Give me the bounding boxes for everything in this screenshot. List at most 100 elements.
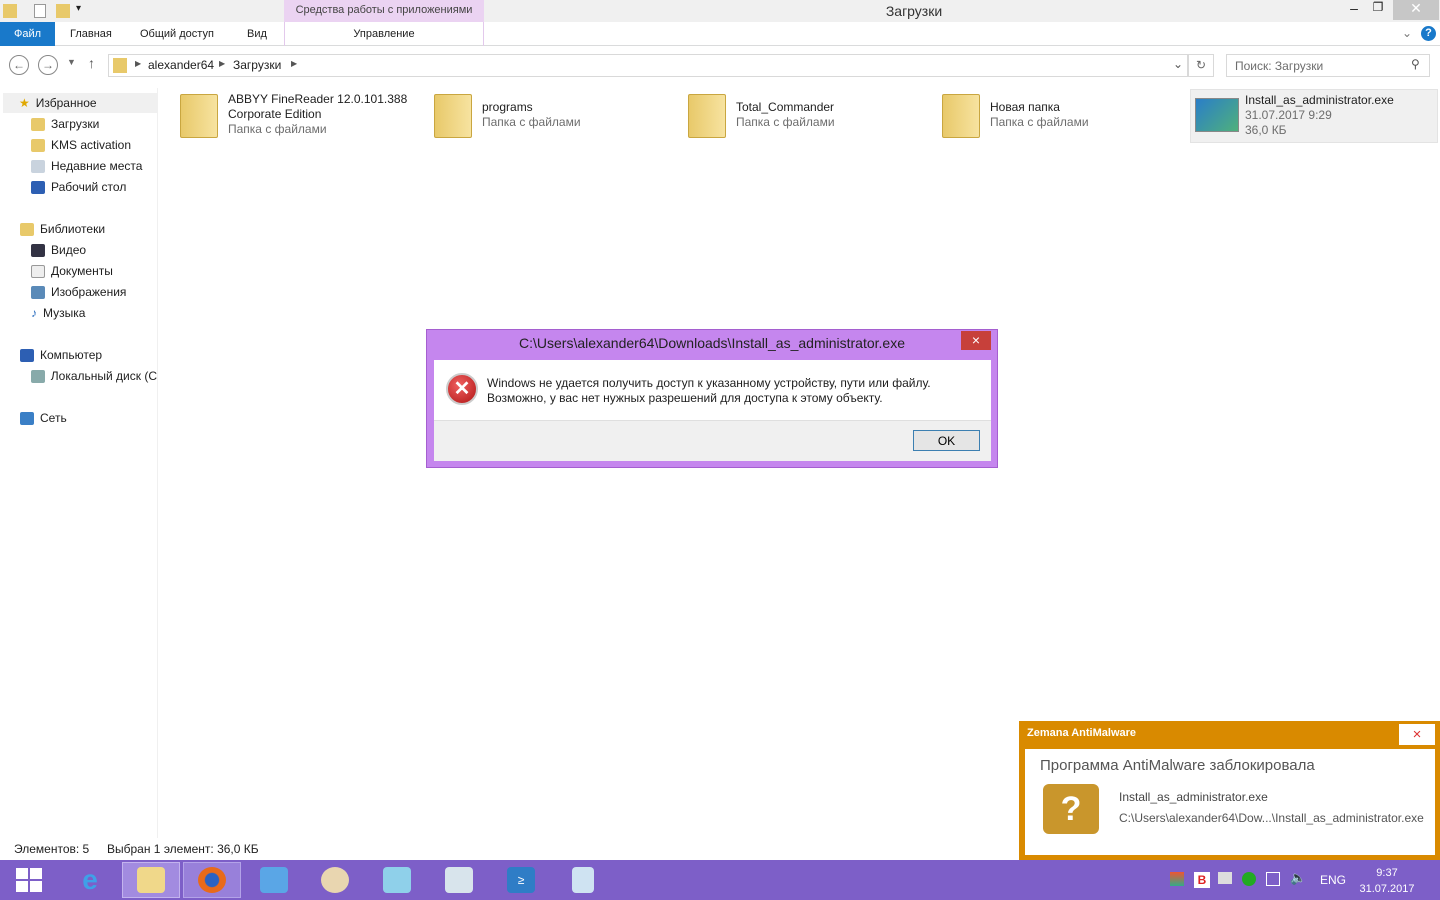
sidebar-item-desktop[interactable]: Рабочий стол [0, 177, 157, 197]
clock[interactable]: 9:37 31.07.2017 [1352, 865, 1422, 897]
tab-file[interactable]: Файл [0, 22, 55, 46]
disk-icon [31, 369, 45, 383]
status-selected: Выбран 1 элемент: 36,0 КБ [107, 842, 259, 856]
close-button[interactable]: ✕ [1393, 0, 1439, 20]
title-bar: ▾ Средства работы с приложениями Загрузк… [0, 0, 1440, 22]
file-item-abbyy[interactable]: ABBYY FineReader 12.0.101.388 Corporate E… [180, 88, 407, 146]
back-button[interactable]: ← [9, 55, 29, 75]
toast-app-name: Zemana AntiMalware [1027, 727, 1137, 739]
dialog-body: ✕ Windows не удается получить доступ к у… [434, 360, 991, 461]
taskbar-firefox[interactable] [183, 862, 241, 898]
search-icon: ⚲ [1411, 57, 1420, 71]
antimalware-toast: Zemana AntiMalware × Программа AntiMalwa… [1019, 721, 1440, 860]
ok-button[interactable]: OK [913, 430, 980, 451]
minimize-button[interactable]: – [1340, 0, 1368, 20]
address-dropdown-icon[interactable]: ⌄ [1173, 57, 1183, 71]
file-item-install-exe[interactable]: Install_as_administrator.exe 31.07.2017 9… [1190, 89, 1438, 143]
sidebar-item-downloads[interactable]: Загрузки [0, 114, 157, 134]
sidebar-computer[interactable]: Компьютер [0, 345, 157, 365]
vmware-tray-icon[interactable] [1218, 872, 1232, 884]
taskbar-powershell[interactable]: ≥ [492, 862, 550, 898]
navigation-bar: ← → ▼ ↑ ▶ alexander64 ▶ Загрузки ▶ ⌄ ↻ П… [0, 47, 1440, 83]
notepad-icon [383, 867, 411, 893]
sidebar-item-kms[interactable]: KMS activation [0, 135, 157, 155]
toast-heading: Программа AntiMalware заблокировала [1040, 757, 1315, 774]
forward-button[interactable]: → [38, 55, 58, 75]
context-tab-group: Средства работы с приложениями [284, 0, 484, 22]
tray-b-icon[interactable]: B [1194, 872, 1210, 888]
ribbon-tabs: Файл Главная Общий доступ Вид Управление… [0, 22, 1440, 46]
sidebar-item-music[interactable]: ♪ Музыка [0, 303, 157, 323]
desktop-icon [31, 180, 45, 194]
window-switcher-icon [260, 867, 288, 893]
taskbar-paint[interactable] [306, 862, 364, 898]
calculator-icon [572, 867, 594, 893]
search-input[interactable]: Поиск: Загрузки ⚲ [1226, 54, 1430, 77]
sidebar-item-local-disk[interactable]: Локальный диск (C [0, 366, 157, 386]
pictures-icon [31, 285, 45, 299]
up-button[interactable]: ↑ [88, 55, 95, 71]
folder-icon [31, 117, 45, 131]
computer-icon [20, 348, 34, 362]
dialog-message-line2: Возможно, у вас нет нужных разрешений дл… [487, 391, 883, 405]
sidebar-item-pictures[interactable]: Изображения [0, 282, 157, 302]
new-folder-icon[interactable] [56, 4, 70, 18]
taskbar-explorer[interactable] [122, 862, 180, 898]
powershell-icon: ≥ [507, 867, 535, 893]
taskbar-ie[interactable]: e [61, 862, 119, 898]
libraries-icon [20, 222, 34, 236]
sidebar-favorites[interactable]: ★ Избранное [3, 93, 157, 113]
volume-icon[interactable]: 🔈 [1290, 870, 1306, 886]
sidebar-item-video[interactable]: Видео [0, 240, 157, 260]
expand-ribbon-icon[interactable]: ⌄ [1402, 26, 1412, 40]
downloads-folder-icon [113, 58, 127, 73]
window-title: Загрузки [885, 3, 943, 19]
toast-file: Install_as_administrator.exe [1119, 790, 1268, 804]
customize-qat-icon[interactable]: ▾ [76, 3, 81, 14]
toast-close-button[interactable]: × [1399, 724, 1435, 745]
sidebar-item-documents[interactable]: Документы [0, 261, 157, 281]
help-icon[interactable]: ? [1421, 26, 1436, 41]
tab-share[interactable]: Общий доступ [128, 22, 226, 46]
network-icon [20, 411, 34, 425]
firefox-icon [198, 867, 226, 893]
error-icon: ✕ [446, 373, 478, 405]
recent-places-icon [31, 159, 45, 173]
navigation-pane: ★ Избранное Загрузки KMS activation Недав… [0, 88, 158, 838]
music-icon: ♪ [31, 306, 37, 320]
file-item-total-commander[interactable]: Total_Commander Папка с файлами [688, 88, 835, 146]
usb-safe-remove-icon[interactable] [1242, 872, 1256, 886]
restore-button[interactable]: ❐ [1366, 0, 1390, 20]
breadcrumb-downloads[interactable]: Загрузки [233, 58, 281, 72]
dialog-title: C:\Users\alexander64\Downloads\Install_a… [519, 335, 905, 351]
refresh-button[interactable]: ↻ [1188, 54, 1214, 77]
breadcrumb-alexander64[interactable]: alexander64 [148, 58, 214, 72]
address-field[interactable]: ▶ alexander64 ▶ Загрузки ▶ ⌄ [108, 54, 1188, 77]
sidebar-item-recent[interactable]: Недавние места [0, 156, 157, 176]
explorer-icon [137, 867, 165, 893]
properties-icon[interactable] [34, 4, 46, 18]
tab-view[interactable]: Вид [235, 22, 279, 46]
start-button[interactable] [0, 862, 58, 898]
taskbar-notepad[interactable] [368, 862, 426, 898]
documents-icon [31, 264, 45, 278]
file-item-programs[interactable]: programs Папка с файлами [434, 88, 581, 146]
tab-home[interactable]: Главная [58, 22, 124, 46]
exe-icon [1195, 98, 1239, 132]
taskbar-resource-monitor[interactable] [430, 862, 488, 898]
zemana-tray-icon[interactable] [1170, 872, 1184, 886]
network-tray-icon[interactable] [1266, 872, 1280, 886]
ie-icon: e [82, 864, 98, 895]
recent-locations-icon[interactable]: ▼ [67, 57, 76, 67]
folder-icon [180, 94, 218, 138]
sidebar-network[interactable]: Сеть [0, 408, 157, 428]
language-indicator[interactable]: ENG [1320, 873, 1346, 887]
taskbar-calculator[interactable] [554, 862, 612, 898]
dialog-close-button[interactable]: × [961, 331, 991, 350]
tab-manage[interactable]: Управление [284, 22, 484, 46]
toast-path: C:\Users\alexander64\Dow...\Install_as_a… [1119, 811, 1424, 825]
sidebar-libraries[interactable]: Библиотеки [0, 219, 157, 239]
paint-icon [321, 867, 349, 893]
taskbar-app-window[interactable] [245, 862, 303, 898]
file-item-new-folder[interactable]: Новая папка Папка с файлами [942, 88, 1089, 146]
